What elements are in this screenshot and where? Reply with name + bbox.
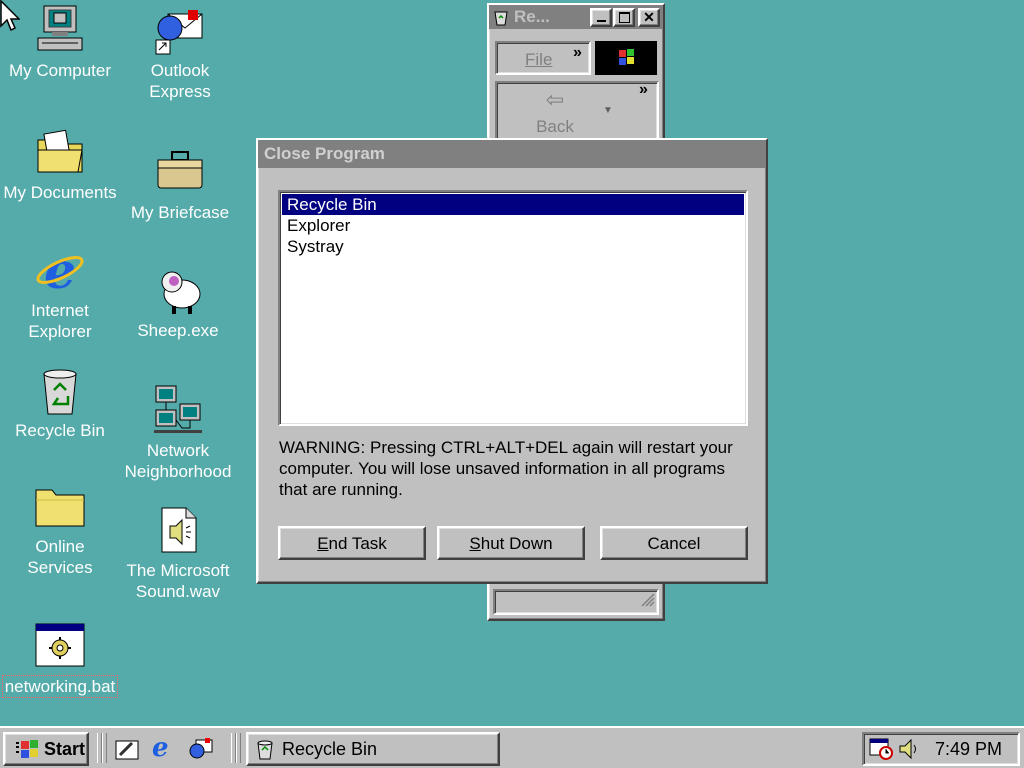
shut-down-button[interactable]: Shut Down	[437, 526, 585, 560]
desktop-icon-label: Recycle Bin	[15, 421, 105, 440]
taskbar-button-label: Recycle Bin	[282, 738, 378, 759]
desktop-icon-online-services[interactable]: Online Services	[0, 480, 120, 578]
desktop-icon-label: networking.bat	[1, 675, 119, 698]
clock[interactable]: 7:49 PM	[935, 739, 1002, 760]
network-icon	[152, 384, 204, 436]
desktop-icon-sheep-exe[interactable]: Sheep.exe	[118, 264, 238, 341]
menu-file[interactable]: File	[525, 50, 552, 70]
warning-text: WARNING: Pressing CTRL+ALT+DEL again wil…	[279, 438, 733, 499]
desktop-icon-my-briefcase[interactable]: My Briefcase	[120, 146, 240, 223]
minimize-icon	[596, 19, 606, 22]
program-list-item[interactable]: Systray	[282, 236, 744, 257]
folder-icon	[34, 480, 86, 532]
start-label: Start	[44, 738, 86, 759]
internet-explorer-icon: e	[34, 241, 86, 300]
quicklaunch-grip[interactable]	[102, 733, 107, 763]
back-label: Back	[536, 117, 574, 136]
close-program-dialog[interactable]: Close Program Recycle Bin Explorer Systr…	[256, 138, 768, 584]
menu-bar: File »	[495, 41, 659, 79]
maximize-button[interactable]	[613, 7, 635, 27]
toolbar-chevron-icon[interactable]: »	[639, 81, 648, 99]
desktop-icon-label: Sheep.exe	[137, 321, 219, 340]
desktop-icon-label: Network Neighborhood	[124, 441, 232, 481]
start-button[interactable]: Start	[3, 732, 89, 766]
back-arrow-icon: ⇦	[545, 87, 565, 112]
cancel-button[interactable]: Cancel	[600, 526, 748, 560]
task-scheduler-icon[interactable]	[868, 737, 896, 761]
desktop-icon-networking-bat[interactable]: networking.bat	[0, 620, 120, 698]
mouse-cursor-icon	[0, 0, 21, 37]
end-task-label: nd Task	[328, 534, 387, 553]
documents-folder-icon	[34, 126, 86, 178]
desktop-icon-my-documents[interactable]: My Documents	[0, 126, 120, 203]
desktop-icon-outlook-express[interactable]: Outlook Express	[120, 4, 240, 102]
taskbar-button-recycle-bin[interactable]: Recycle Bin	[246, 732, 500, 766]
sheep-icon	[152, 264, 204, 316]
dialog-title[interactable]: Close Program	[258, 140, 766, 168]
shut-down-label: hut Down	[480, 534, 553, 553]
close-icon: ✕	[643, 8, 655, 25]
computer-icon	[34, 4, 86, 56]
recycle-bin-small-icon	[254, 738, 276, 760]
desktop-icon-microsoft-sound[interactable]: The Microsoft Sound.wav	[118, 504, 238, 602]
window-title: Re...	[514, 7, 550, 26]
windows-flag-icon	[15, 738, 41, 760]
batch-file-icon	[34, 620, 86, 672]
volume-icon[interactable]	[898, 737, 920, 761]
desktop-icon-label: Internet Explorer	[28, 301, 92, 341]
desktop-icon-label: Outlook Express	[149, 61, 211, 101]
back-dropdown-icon[interactable]: ▼	[603, 105, 613, 116]
program-list-item[interactable]: Explorer	[282, 215, 744, 236]
resize-grip-icon[interactable]	[639, 591, 655, 612]
desktop-icon-label: My Computer	[8, 61, 112, 80]
minimize-button[interactable]	[590, 7, 612, 27]
program-list-item[interactable]: Recycle Bin	[282, 194, 744, 215]
taskbar: Start e Recycle Bin 7:49 PM	[0, 726, 1024, 768]
taskbar-grip[interactable]	[236, 733, 241, 763]
menu-chevron-icon[interactable]: »	[573, 44, 582, 62]
svg-text:e: e	[44, 244, 76, 296]
recycle-bin-small-icon	[492, 8, 510, 26]
internet-explorer-quicklaunch-icon[interactable]: e	[152, 733, 169, 763]
shut-down-mnemonic: S	[469, 534, 481, 553]
desktop-icon-internet-explorer[interactable]: e Internet Explorer	[0, 241, 120, 342]
recycle-bin-icon	[34, 364, 86, 416]
back-button[interactable]: ⇦ Back	[525, 89, 585, 141]
show-desktop-icon[interactable]	[114, 737, 140, 766]
window-titlebar[interactable]: Re... ✕	[489, 5, 663, 29]
system-tray: 7:49 PM	[862, 732, 1020, 766]
desktop-icon-label: The Microsoft Sound.wav	[126, 561, 230, 601]
maximize-icon	[618, 11, 630, 23]
sound-file-icon	[152, 504, 204, 556]
windows-logo-icon	[595, 41, 657, 75]
desktop-icon-label: My Briefcase	[130, 203, 230, 222]
briefcase-icon	[154, 146, 206, 198]
status-bar	[493, 589, 659, 615]
close-button[interactable]: ✕	[638, 7, 660, 27]
end-task-mnemonic: E	[317, 534, 329, 553]
desktop-icon-recycle-bin[interactable]: Recycle Bin	[0, 364, 120, 441]
desktop-icon-label: Online Services	[27, 537, 93, 577]
desktop-icon-network-neighborhood[interactable]: Network Neighborhood	[118, 384, 238, 482]
outlook-express-icon	[154, 4, 206, 56]
outlook-express-quicklaunch-icon[interactable]	[188, 737, 214, 766]
end-task-button[interactable]: End Task	[278, 526, 426, 560]
program-list[interactable]: Recycle Bin Explorer Systray	[278, 190, 748, 426]
desktop-icon-label: My Documents	[3, 183, 117, 202]
